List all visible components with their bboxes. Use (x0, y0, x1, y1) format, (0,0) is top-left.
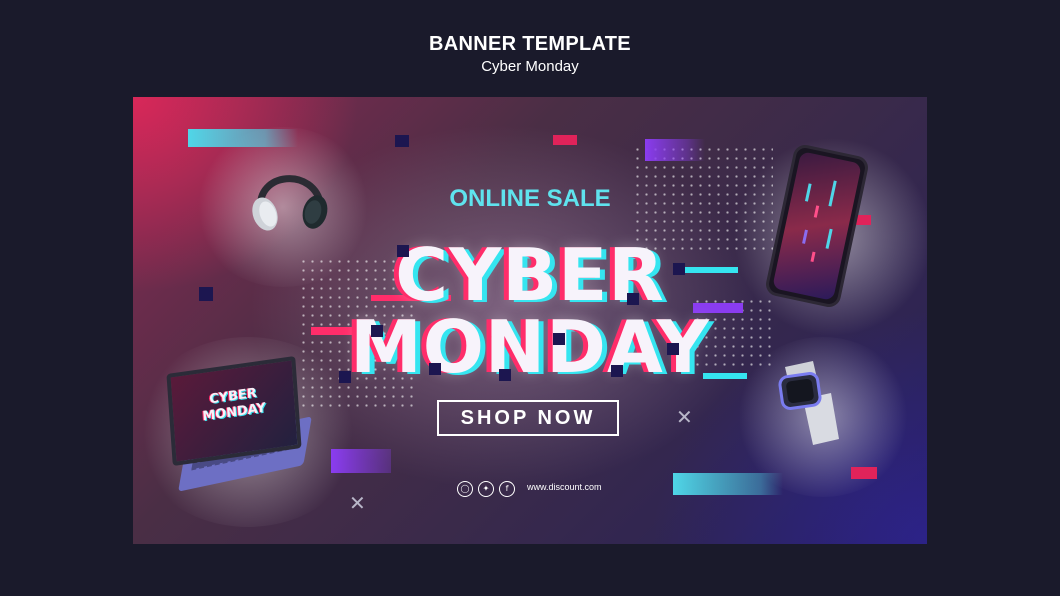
smartwatch-image (778, 361, 839, 445)
banner: ONLINE SALE CYBER MONDAY SHOP NOW ◯ ✦ f … (133, 97, 927, 544)
glitch-square (429, 363, 441, 375)
page-title: BANNER TEMPLATE (429, 33, 631, 55)
glitch-square (397, 245, 409, 257)
instagram-icon[interactable]: ◯ (457, 481, 473, 497)
shop-now-button[interactable]: SHOP NOW (437, 400, 619, 436)
twitter-icon[interactable]: ✦ (478, 481, 494, 497)
glitch-square (499, 369, 511, 381)
glitch-bar (395, 135, 409, 147)
page-subtitle: Cyber Monday (481, 58, 579, 75)
glitch-bar (645, 139, 705, 161)
glitch-bar (553, 135, 577, 145)
glitch-square (667, 343, 679, 355)
laptop-screen: CYBER MONDAY (166, 355, 302, 467)
x-mark-icon: ✕ (349, 491, 366, 515)
glitch-bar (851, 467, 877, 479)
glitch-bar (188, 129, 298, 147)
glitch-square (611, 365, 623, 377)
glitch-bar (331, 449, 391, 473)
facebook-icon[interactable]: f (499, 481, 515, 497)
headphones-image (252, 175, 328, 231)
glitch-square (673, 263, 685, 275)
x-mark-icon: ✕ (676, 405, 693, 429)
glitch-square (553, 333, 565, 345)
glitch-square (627, 293, 639, 305)
glitch-square (339, 371, 351, 383)
glitch-bar (673, 473, 783, 495)
website-link[interactable]: www.discount.com (527, 482, 602, 492)
glitch-square (371, 325, 383, 337)
